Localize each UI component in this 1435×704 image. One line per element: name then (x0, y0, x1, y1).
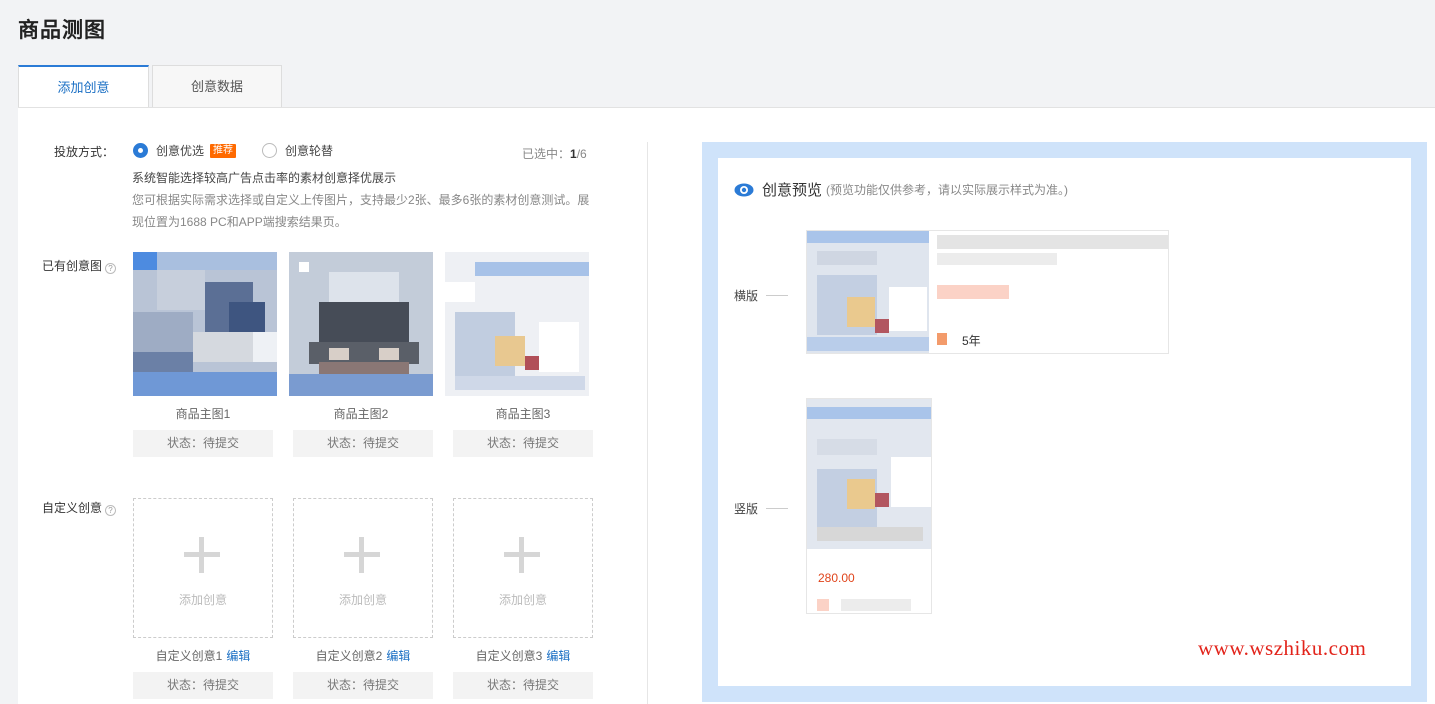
custom-caption-2: 自定义创意2 编辑 (293, 647, 433, 664)
tab-creative-data[interactable]: 创意数据 (152, 65, 282, 107)
vertical-label: 竖版 (734, 502, 759, 516)
vertical-price: 280.00 (818, 571, 855, 585)
plus-icon (184, 537, 220, 573)
add-creative-button-3[interactable]: 添加创意 (453, 498, 593, 638)
existing-creative-image-1[interactable] (133, 252, 277, 396)
delivery-label: 投放方式： (54, 145, 115, 159)
radio-rotate[interactable]: 创意轮替 (262, 142, 333, 159)
radio-optimize[interactable]: 创意优选 推荐 (133, 142, 237, 159)
existing-caption-3: 商品主图3 (495, 407, 551, 421)
preview-panel: 创意预览 (预览功能仅供参考，请以实际展示样式为准。) 横版 5年 竖版 280… (718, 158, 1411, 686)
radio-rotate-label: 创意轮替 (285, 144, 334, 158)
preview-frame: 创意预览 (预览功能仅供参考，请以实际展示样式为准。) 横版 5年 竖版 280… (702, 142, 1427, 702)
tab-add-creative[interactable]: 添加创意 (18, 65, 149, 108)
existing-status-1: 状态：待提交 (133, 430, 273, 457)
selected-count: 已选中：1/6 (522, 145, 587, 162)
tab-bar: 添加创意 创意数据 (18, 65, 285, 108)
plus-icon (344, 537, 380, 573)
column-divider (647, 142, 648, 704)
existing-status-2: 状态：待提交 (293, 430, 433, 457)
custom-caption-text-3: 自定义创意3 (475, 649, 543, 663)
add-creative-button-2[interactable]: 添加创意 (293, 498, 433, 638)
add-creative-label: 添加创意 (338, 593, 387, 607)
plus-icon (504, 537, 540, 573)
page-title: 商品测图 (18, 19, 106, 42)
edit-link-3[interactable]: 编辑 (546, 649, 570, 663)
add-creative-label: 添加创意 (178, 593, 227, 607)
vertical-preview-card: 280.00 (806, 398, 932, 614)
radio-optimize-label: 创意优选 (156, 144, 205, 158)
selected-count-label: 已选中： (522, 147, 571, 161)
custom-status-2: 状态：待提交 (293, 672, 433, 699)
help-icon[interactable]: ? (105, 505, 117, 516)
custom-caption-text-1: 自定义创意1 (155, 649, 223, 663)
custom-caption-3: 自定义创意3 编辑 (453, 647, 593, 664)
horizontal-connector (766, 295, 788, 296)
existing-caption-1: 商品主图1 (175, 407, 231, 421)
custom-creative-label: 自定义创意? (42, 499, 117, 516)
delivery-hint: 您可根据实际需求选择或自定义上传图片，支持最少2张、最多6张的素材创意测试。展现… (132, 193, 590, 229)
preview-note: (预览功能仅供参考，请以实际展示样式为准。) (826, 183, 1069, 197)
eye-icon (734, 183, 754, 196)
page: 商品测图 添加创意 创意数据 投放方式： 创意优选 推荐 创意轮替 已选中：1/… (0, 0, 1435, 704)
radio-unchecked-icon (262, 143, 277, 158)
existing-creative-image-2[interactable] (289, 252, 433, 396)
preview-header: 创意预览 (预览功能仅供参考，请以实际展示样式为准。) (734, 179, 1068, 200)
product-image-3 (445, 252, 589, 396)
existing-creative-label-text: 已有创意图 (42, 259, 103, 273)
preview-title: 创意预览 (762, 182, 823, 199)
existing-caption-2: 商品主图2 (333, 407, 389, 421)
radio-checked-icon (133, 143, 148, 158)
custom-status-3: 状态：待提交 (453, 672, 593, 699)
settings-column: 投放方式： 创意优选 推荐 创意轮替 已选中：1/6 系统智能选择较高广告点击率… (18, 108, 648, 704)
existing-status-3: 状态：待提交 (453, 430, 593, 457)
selected-count-number: 1 (570, 147, 577, 161)
horizontal-years: 5年 (962, 334, 981, 348)
horizontal-preview-image (807, 231, 1168, 353)
add-creative-label: 添加创意 (498, 593, 547, 607)
custom-creative-label-text: 自定义创意 (42, 501, 103, 515)
existing-creative-image-3[interactable] (445, 252, 589, 396)
existing-creative-label: 已有创意图? (42, 257, 117, 274)
custom-caption-text-2: 自定义创意2 (315, 649, 383, 663)
selected-count-total: /6 (576, 147, 587, 161)
watermark-text: www.wszhiku.com (1198, 636, 1367, 660)
edit-link-2[interactable]: 编辑 (386, 649, 410, 663)
add-creative-button-1[interactable]: 添加创意 (133, 498, 273, 638)
product-image-2 (289, 252, 433, 396)
vertical-connector (766, 508, 788, 509)
recommend-badge: 推荐 (210, 143, 237, 158)
product-image-1 (133, 252, 277, 396)
help-icon[interactable]: ? (105, 263, 117, 274)
content-panel: 投放方式： 创意优选 推荐 创意轮替 已选中：1/6 系统智能选择较高广告点击率… (18, 108, 1435, 704)
custom-status-1: 状态：待提交 (133, 672, 273, 699)
custom-caption-1: 自定义创意1 编辑 (133, 647, 273, 664)
edit-link-1[interactable]: 编辑 (226, 649, 250, 663)
delivery-description: 系统智能选择较高广告点击率的素材创意择优展示 (132, 171, 397, 185)
horizontal-label: 横版 (734, 289, 759, 303)
horizontal-preview-card: 5年 (806, 230, 1169, 354)
